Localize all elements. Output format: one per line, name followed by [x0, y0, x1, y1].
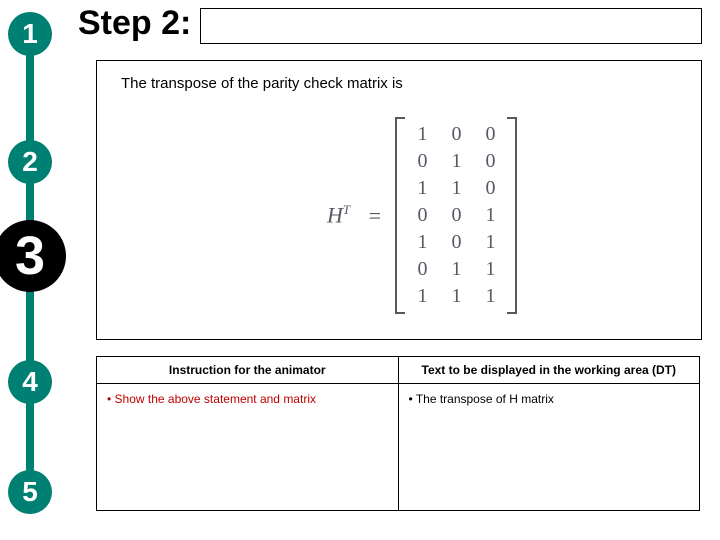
- matrix-cell: 1: [405, 283, 439, 310]
- matrix-cell: 1: [473, 202, 507, 229]
- matrix-cell: 0: [439, 229, 473, 256]
- step-marker-1: 1: [8, 12, 52, 56]
- instruction-header-animator: Instruction for the animator: [97, 357, 399, 384]
- matrix-cell: 1: [405, 121, 439, 148]
- instruction-cell-display: • The transpose of H matrix: [398, 384, 700, 511]
- matrix: HT = 100010110001101011111: [327, 117, 517, 314]
- step-title: Step 2:: [78, 4, 191, 43]
- matrix-cell: 0: [439, 202, 473, 229]
- matrix-cell: 0: [439, 121, 473, 148]
- matrix-symbol: HT: [327, 202, 350, 228]
- matrix-cell: 1: [405, 229, 439, 256]
- step-marker-2: 2: [8, 140, 52, 184]
- content-text: The transpose of the parity check matrix…: [121, 75, 403, 92]
- matrix-cell: 1: [405, 175, 439, 202]
- content-box: The transpose of the parity check matrix…: [96, 60, 702, 340]
- matrix-cell: 1: [473, 229, 507, 256]
- matrix-cell: 0: [405, 148, 439, 175]
- matrix-cell: 0: [473, 175, 507, 202]
- instruction-cell-animator: • Show the above statement and matrix: [97, 384, 399, 511]
- matrix-cell: 1: [439, 148, 473, 175]
- step-marker-5: 5: [8, 470, 52, 514]
- matrix-cell: 0: [473, 148, 507, 175]
- matrix-cell: 1: [439, 283, 473, 310]
- step-marker-3-current: 3: [0, 220, 66, 292]
- matrix-cell: 1: [439, 175, 473, 202]
- matrix-cell: 1: [473, 256, 507, 283]
- matrix-cell: 1: [473, 283, 507, 310]
- matrix-cell: 0: [473, 121, 507, 148]
- matrix-bracket: 100010110001101011111: [395, 117, 517, 314]
- equals-sign: =: [369, 203, 381, 229]
- instruction-header-display: Text to be displayed in the working area…: [398, 357, 700, 384]
- instruction-table: Instruction for the animator Text to be …: [96, 356, 700, 511]
- step-marker-4: 4: [8, 360, 52, 404]
- matrix-cell: 0: [405, 202, 439, 229]
- title-empty-box: [200, 8, 702, 44]
- matrix-cell: 0: [405, 256, 439, 283]
- matrix-cell: 1: [439, 256, 473, 283]
